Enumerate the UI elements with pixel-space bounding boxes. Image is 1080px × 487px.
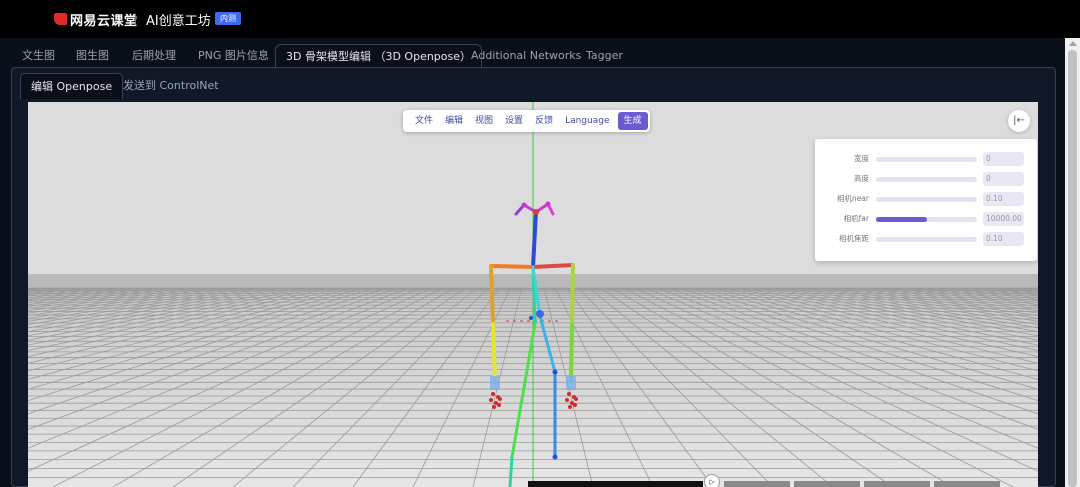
setting-label: 相机焦距 [839,234,869,243]
bone-upper-arm-left [489,264,495,326]
tab-additional-networks[interactable]: Additional Networks [461,44,591,68]
setting-label: 相机far [843,214,869,223]
brand-separator [135,14,136,25]
setting-slider[interactable] [876,237,977,242]
joint-knee-right [552,369,558,375]
page-scrollbar[interactable] [1065,38,1080,487]
generate-button[interactable]: 生成 [617,112,648,130]
setting-slider[interactable] [876,157,977,162]
timeline-segment[interactable] [794,481,860,487]
play-icon[interactable]: ▷ [704,474,720,487]
tab-png-info[interactable]: PNG 图片信息 [188,44,279,68]
top-bar: 网易云课堂 AI创意工坊 内测 [0,0,1080,38]
menu-edit[interactable]: 编辑 [439,112,469,130]
menu-file[interactable]: 文件 [409,112,439,130]
settings-panel: 宽度 0 高度 0 相机near 0.10 相机far 10000.00 相机焦… [815,139,1037,261]
timeline-strip: ▷ [528,474,1038,487]
joint-eye-right [545,201,551,207]
setting-slider[interactable] [876,177,977,182]
bone-shoulder-right [531,263,575,269]
setting-row-width: 宽度 0 [815,152,1037,166]
timeline-segment[interactable] [864,481,930,487]
joint-ankle-right [552,454,558,460]
bone-shin-left [508,455,514,487]
joint-hip [536,310,544,318]
setting-value-input[interactable]: 10000.00 [983,212,1024,226]
tab-extras[interactable]: 后期处理 [122,44,186,68]
timeline-segment[interactable] [724,481,790,487]
setting-slider[interactable] [876,197,977,202]
scroll-up-icon[interactable] [1069,41,1077,46]
3d-viewport[interactable]: 文件 编辑 视图 设置 反馈 Language 生成 |← 宽度 0 高度 0 … [28,102,1038,487]
setting-label: 宽度 [854,154,869,163]
bone-shoulder-left [489,264,535,269]
tab-txt2img[interactable]: 文生图 [12,44,65,68]
setting-row-camera-near: 相机near 0.10 [815,192,1037,206]
brand-name[interactable]: 网易云课堂 [70,10,138,29]
tab-tagger[interactable]: Tagger [576,44,633,68]
timeline-segment[interactable] [934,481,1000,487]
joint-hip-left [529,316,533,320]
joint-eye-left [521,202,527,208]
tab-img2img[interactable]: 图生图 [66,44,119,68]
collapse-left-icon[interactable]: |← [1008,110,1030,132]
setting-label: 高度 [854,174,869,183]
setting-row-height: 高度 0 [815,172,1037,186]
bone-forearm-left [491,322,497,382]
subtab-edit-openpose[interactable]: 编辑 Openpose [20,73,124,99]
product-name: AI创意工坊 [146,14,211,29]
setting-label: 相机near [836,194,869,203]
logo-icon [54,13,67,25]
beta-badge: 内测 [215,12,241,25]
setting-row-focal-length: 相机焦距 0.10 [815,232,1037,246]
menu-view[interactable]: 视图 [469,112,499,130]
menu-language[interactable]: Language [559,112,615,130]
timeline-track[interactable] [528,481,703,487]
menu-settings[interactable]: 设置 [499,112,529,130]
editor-menu-bar: 文件 编辑 视图 设置 反馈 Language 生成 [403,110,650,132]
setting-value-input[interactable]: 0.10 [983,232,1024,246]
tab-3d-openpose[interactable]: 3D 骨架模型编辑 （3D Openpose） [275,44,483,68]
setting-slider[interactable] [876,217,977,222]
setting-value-input[interactable]: 0.10 [983,192,1024,206]
setting-row-camera-far: 相机far 10000.00 [815,212,1037,226]
subtab-send-to-controlnet[interactable]: 发送到 ControlNet [113,73,229,99]
joint-nose [533,209,539,215]
bone-upper-arm-right [570,263,575,326]
scroll-thumb[interactable] [1068,50,1077,487]
menu-feedback[interactable]: 反馈 [529,112,559,130]
setting-value-input[interactable]: 0 [983,172,1024,186]
setting-value-input[interactable]: 0 [983,152,1024,166]
bone-forearm-right [569,322,574,382]
